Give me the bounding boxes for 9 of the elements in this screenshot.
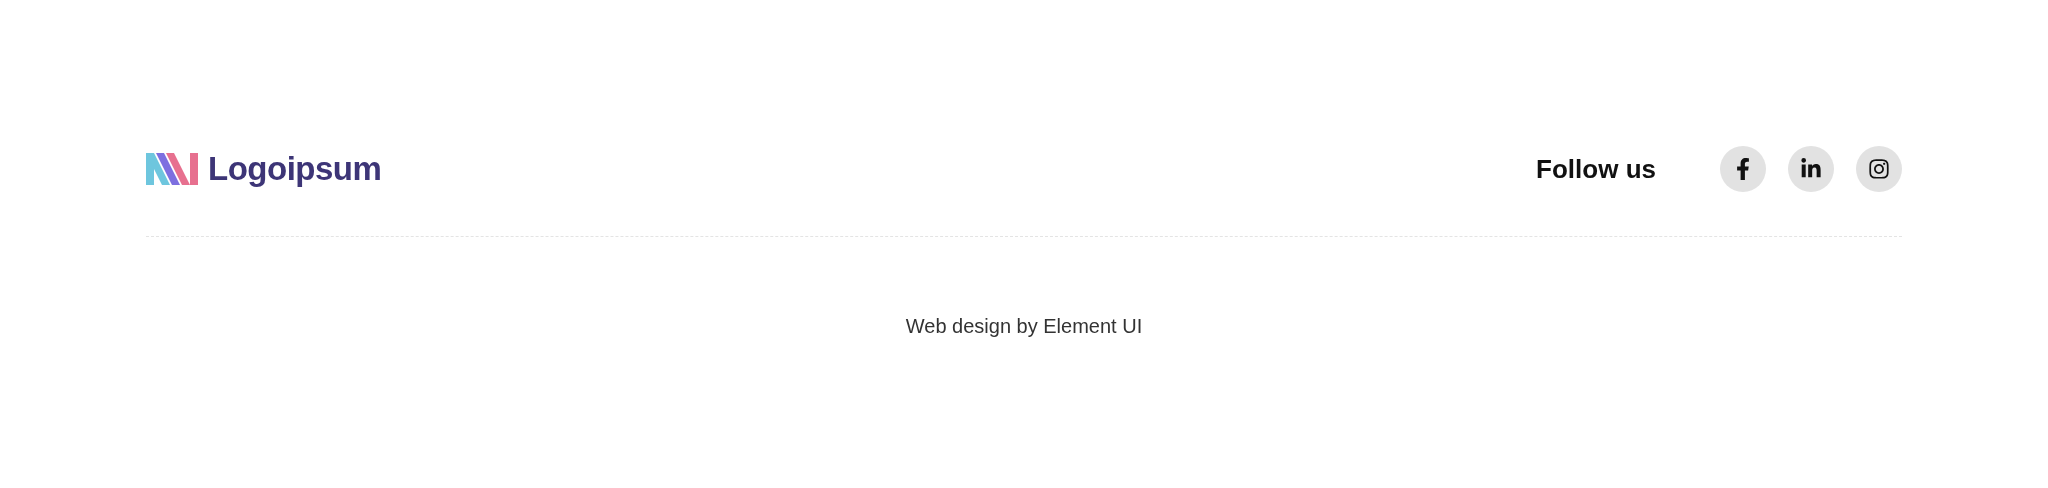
facebook-link[interactable] [1720,146,1766,192]
instagram-icon [1868,158,1890,180]
follow-label: Follow us [1536,153,1656,185]
brand-name: Logoipsum [208,150,382,188]
linkedin-icon [1800,158,1822,180]
linkedin-link[interactable] [1788,146,1834,192]
instagram-link[interactable] [1856,146,1902,192]
logo-icon [146,153,198,185]
credit-text: Web design by Element UI [904,315,1144,338]
